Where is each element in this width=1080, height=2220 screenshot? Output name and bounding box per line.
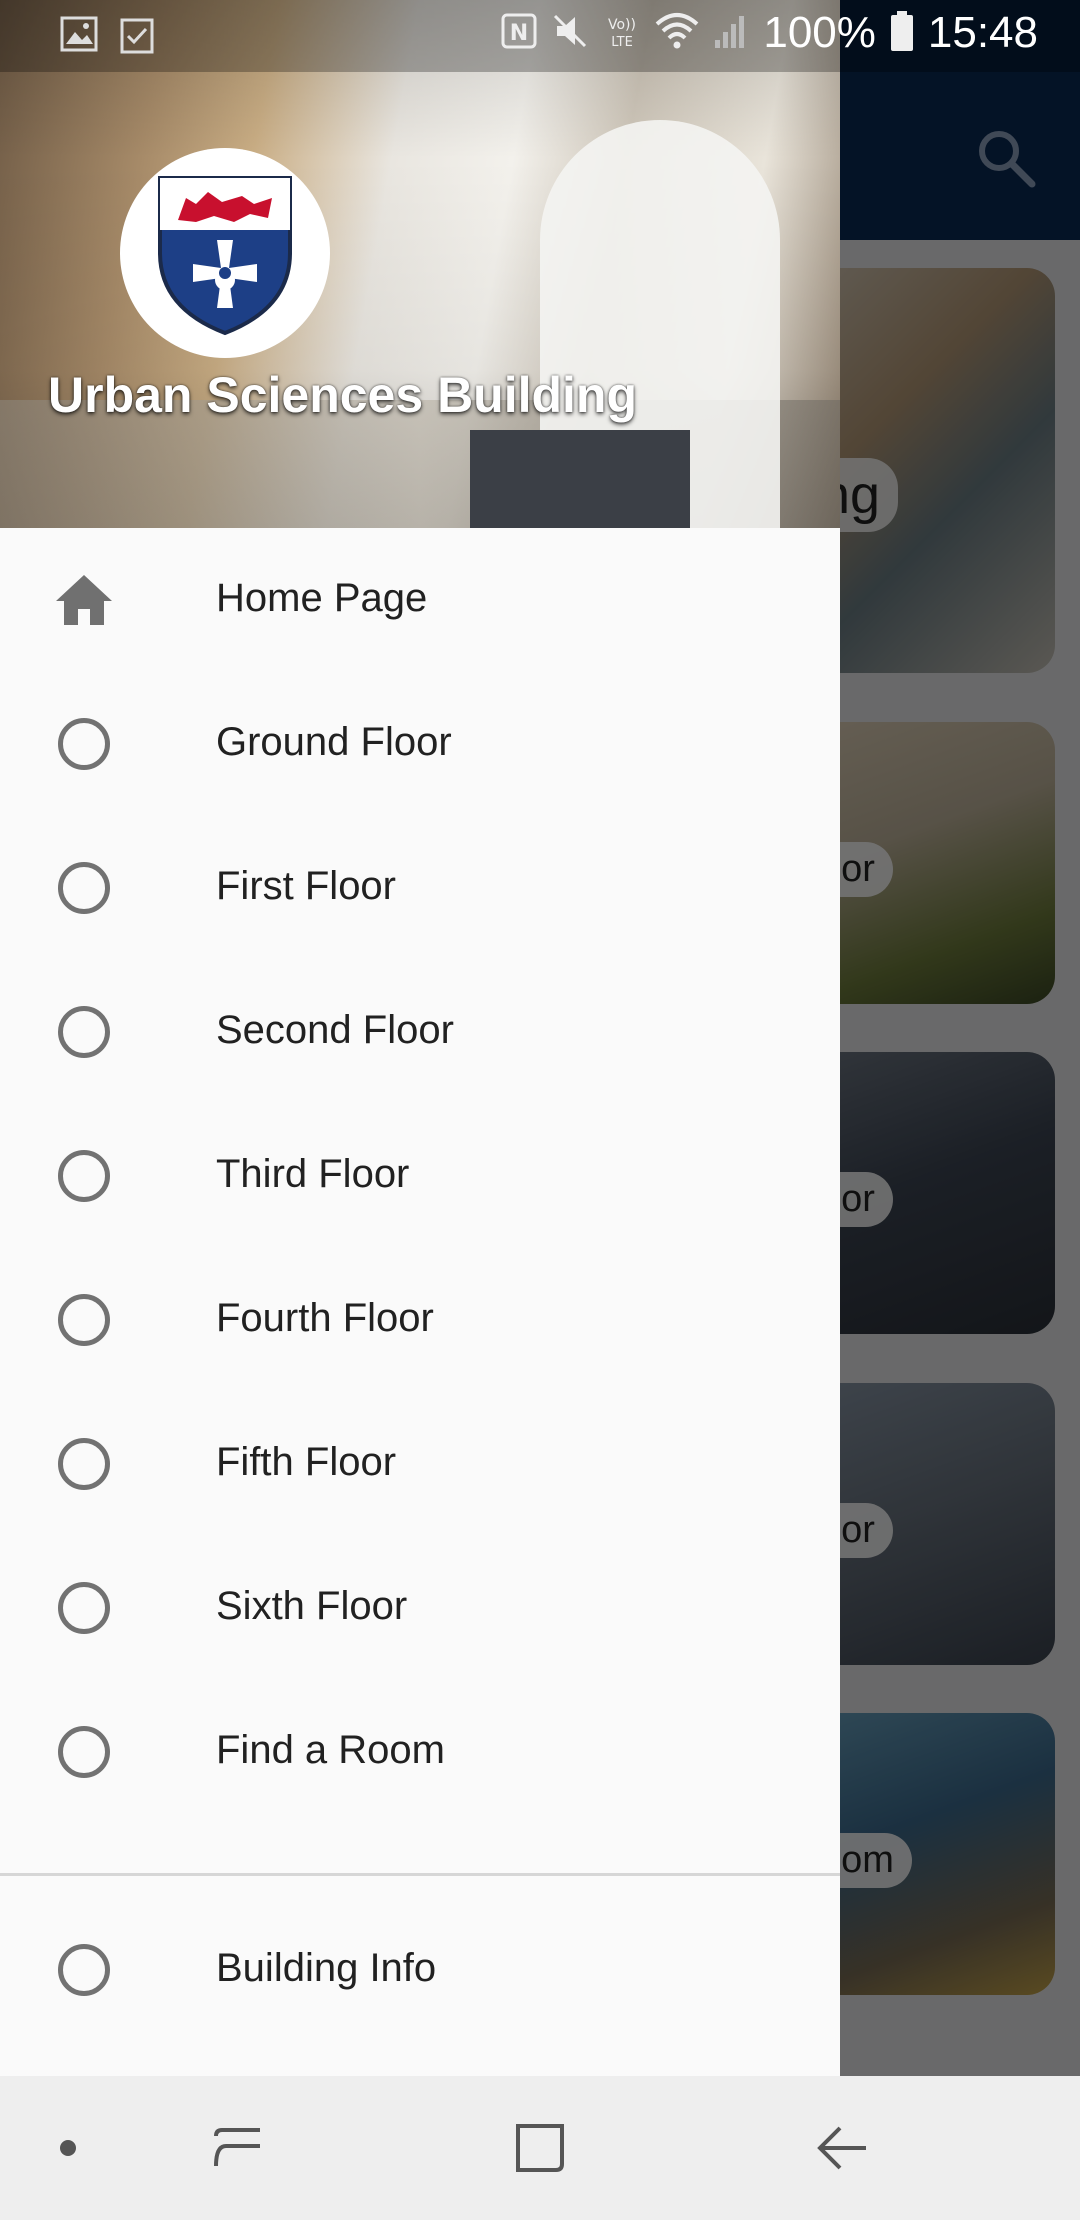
menu-item-fifth-floor[interactable]: Fifth Floor (0, 1392, 840, 1536)
menu-item-label: Find a Room (216, 1728, 445, 1772)
wifi-icon (655, 12, 699, 55)
status-notifications (60, 16, 154, 59)
header-photo-reception (470, 430, 690, 528)
clock: 15:48 (927, 8, 1038, 57)
circle-icon (54, 1002, 114, 1062)
recent-apps-icon[interactable] (206, 2116, 270, 2180)
menu-item-label: Home Page (216, 576, 428, 620)
gallery-icon (60, 16, 98, 59)
menu-item-building-info[interactable]: Building Info (0, 1898, 840, 2042)
circle-icon (54, 1146, 114, 1206)
svg-text:Vo)): Vo)) (608, 17, 636, 33)
circle-icon (54, 1722, 114, 1782)
home-icon (54, 570, 114, 630)
menu-item-fourth-floor[interactable]: Fourth Floor (0, 1248, 840, 1392)
status-system: N Vo)) LTE 100% 15:48 (501, 8, 1038, 58)
menu-item-label: Third Floor (216, 1152, 410, 1196)
battery-percent: 100% (763, 8, 876, 57)
checklist-icon (120, 16, 154, 59)
status-bar: N Vo)) LTE 100% 15:48 (0, 0, 1080, 72)
menu-item-ground-floor[interactable]: Ground Floor (0, 672, 840, 816)
back-icon[interactable] (810, 2116, 874, 2180)
menu-item-label: Sixth Floor (216, 1584, 408, 1628)
menu-item-home-page[interactable]: Home Page (0, 528, 840, 672)
system-nav-bar (0, 2076, 1080, 2220)
menu-item-label: Fourth Floor (216, 1296, 434, 1340)
menu-item-label: Building Info (216, 1946, 437, 1990)
svg-text:LTE: LTE (612, 35, 634, 50)
menu-item-label: Ground Floor (216, 720, 452, 764)
battery-icon (890, 10, 914, 57)
drawer-header: Urban Sciences Building (0, 0, 840, 528)
signal-icon (713, 12, 749, 55)
circle-icon (54, 714, 114, 774)
menu-item-label: Fifth Floor (216, 1440, 397, 1484)
circle-icon (54, 1290, 114, 1350)
home-button-icon[interactable] (508, 2116, 572, 2180)
menu-item-find-a-room[interactable]: Find a Room (0, 1680, 840, 1824)
menu-item-third-floor[interactable]: Third Floor (0, 1104, 840, 1248)
circle-icon (54, 1578, 114, 1638)
menu-item-label: Second Floor (216, 1008, 454, 1052)
menu-item-sixth-floor[interactable]: Sixth Floor (0, 1536, 840, 1680)
navigation-drawer: Urban Sciences Building Home Page Ground… (0, 0, 840, 2076)
circle-icon (54, 858, 114, 918)
nav-dot-icon[interactable] (36, 2116, 100, 2180)
circle-icon (54, 1940, 114, 2000)
menu-item-first-floor[interactable]: First Floor (0, 816, 840, 960)
svg-text:N: N (510, 21, 528, 46)
menu-item-label: First Floor (216, 864, 396, 908)
nfc-icon: N (501, 13, 537, 54)
circle-icon (54, 1434, 114, 1494)
mute-icon (551, 12, 589, 55)
drawer-header-title: Urban Sciences Building (48, 367, 638, 423)
menu-item-second-floor[interactable]: Second Floor (0, 960, 840, 1104)
university-crest-logo (120, 148, 330, 358)
menu-divider (0, 1873, 840, 1876)
volte-icon: Vo)) LTE (603, 12, 641, 55)
